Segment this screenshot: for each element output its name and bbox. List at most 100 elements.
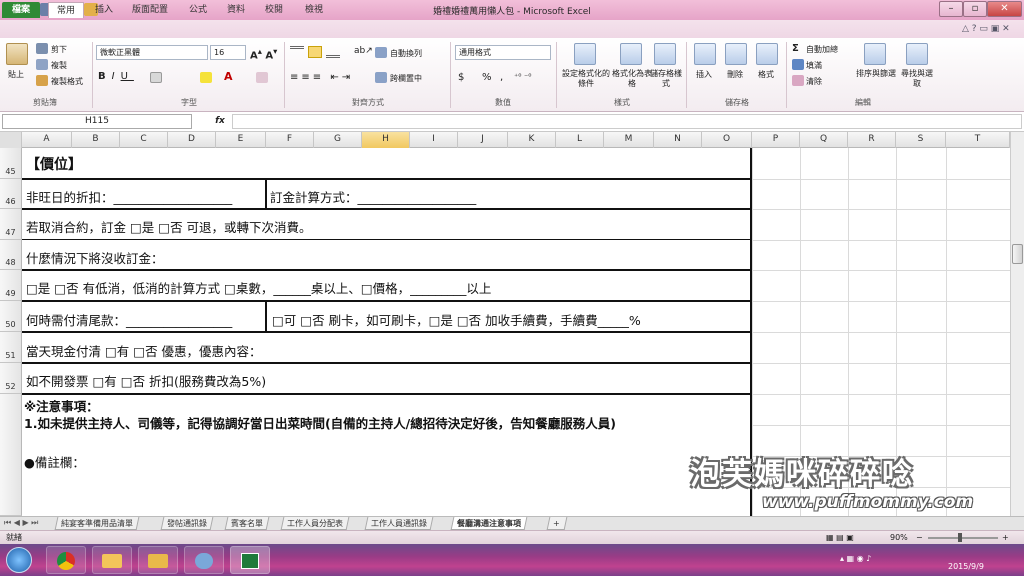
column-header[interactable]: K	[508, 132, 556, 148]
phonetic-icon[interactable]	[256, 72, 268, 83]
new-sheet-icon[interactable]: +	[546, 517, 568, 530]
orientation-icon[interactable]: ab↗	[354, 46, 373, 56]
zoom-slider[interactable]	[928, 537, 998, 539]
zoom-level[interactable]: 90%	[890, 531, 908, 544]
tab-formulas[interactable]: 公式	[184, 2, 212, 18]
merge-center-button[interactable]: 跨欄置中	[390, 73, 422, 84]
format-painter-button[interactable]: 複製格式	[51, 76, 83, 87]
row-header[interactable]: 45	[0, 148, 22, 179]
clear-button[interactable]: 清除	[806, 76, 822, 87]
ribbon-help-icons[interactable]: △ ? ▭ ▣ ✕	[962, 24, 1020, 36]
tab-home[interactable]: 常用	[48, 2, 84, 18]
column-header[interactable]: R	[848, 132, 896, 148]
format-as-table-button[interactable]: 格式化為表格	[612, 69, 652, 89]
select-all-corner[interactable]	[0, 132, 22, 148]
cell-styles-button[interactable]: 儲存格樣式	[650, 69, 682, 89]
fill-button[interactable]: 填滿	[806, 60, 822, 71]
row-header[interactable]: 50	[0, 301, 22, 332]
folder-taskbar-icon[interactable]	[138, 546, 178, 574]
formula-input[interactable]	[232, 114, 1022, 129]
format-cells-icon[interactable]	[756, 43, 778, 65]
column-header[interactable]: D	[168, 132, 216, 148]
font-size-dropdown[interactable]: 16	[210, 45, 246, 60]
sheet-tab-active[interactable]: 餐廳溝通注意事項	[450, 517, 528, 530]
row-header[interactable]: 48	[0, 240, 22, 270]
format-as-table-icon[interactable]	[620, 43, 642, 65]
column-header[interactable]: L	[556, 132, 604, 148]
maximize-button[interactable]: ▫	[963, 1, 987, 17]
sheet-tab[interactable]: 發帖通訊錄	[160, 517, 214, 530]
excel-taskbar-icon[interactable]	[230, 546, 270, 574]
tab-file[interactable]: 檔案	[2, 2, 40, 18]
chrome-taskbar-icon[interactable]	[46, 546, 86, 574]
delete-cells-button[interactable]: 刪除	[727, 69, 743, 80]
row-header[interactable]: 51	[0, 332, 22, 363]
tab-view[interactable]: 檢視	[300, 2, 328, 18]
column-header[interactable]: I	[410, 132, 458, 148]
column-header[interactable]: E	[216, 132, 266, 148]
insert-cells-icon[interactable]	[694, 43, 716, 65]
sort-filter-icon[interactable]	[864, 43, 886, 65]
delete-cells-icon[interactable]	[725, 43, 747, 65]
comma-button[interactable]: ,	[500, 72, 503, 83]
tray-icons[interactable]: ▴ ▦ ◉ ♪	[840, 554, 871, 563]
find-select-button[interactable]: 尋找與選取	[900, 69, 934, 89]
currency-button[interactable]: $	[458, 72, 464, 83]
border-icon[interactable]	[150, 72, 162, 83]
column-header[interactable]: T	[946, 132, 1010, 148]
percent-button[interactable]: %	[482, 72, 492, 83]
column-header[interactable]: Q	[800, 132, 848, 148]
cut-button[interactable]: 剪下	[51, 44, 67, 55]
font-grow-icon[interactable]: A▴ A▾	[250, 46, 277, 61]
column-header[interactable]: A	[22, 132, 72, 148]
sort-filter-button[interactable]: 排序與篩選	[855, 69, 897, 79]
close-button[interactable]: ✕	[987, 1, 1022, 17]
name-box[interactable]: H115	[2, 114, 192, 129]
row-header[interactable]: 49	[0, 270, 22, 301]
sheet-tab[interactable]: 工作人員通訊錄	[364, 517, 434, 530]
row-header[interactable]: 46	[0, 179, 22, 209]
tab-review[interactable]: 校閱	[260, 2, 288, 18]
format-cells-button[interactable]: 格式	[758, 69, 774, 80]
font-color-icon[interactable]: A	[224, 70, 233, 83]
font-name-dropdown[interactable]: 微軟正黑體	[96, 45, 208, 60]
column-header[interactable]: B	[72, 132, 120, 148]
fill-color-icon[interactable]	[200, 72, 212, 83]
column-header[interactable]: J	[458, 132, 508, 148]
column-header[interactable]: O	[702, 132, 752, 148]
horizontal-align-icons[interactable]: ≡≡≡ ⇤⇥	[290, 72, 353, 83]
conditional-format-button[interactable]: 設定格式化的條件	[562, 69, 610, 89]
row-header[interactable]: 47	[0, 209, 22, 240]
insert-cells-button[interactable]: 插入	[696, 69, 712, 80]
paint-taskbar-icon[interactable]	[184, 546, 224, 574]
sheet-tab[interactable]: 工作人員分配表	[280, 517, 350, 530]
sheet-tab[interactable]: 純宴客準備用品清單	[54, 517, 140, 530]
wrap-text-button[interactable]: 自動換列	[390, 48, 422, 59]
tab-insert[interactable]: 插入	[90, 2, 118, 18]
column-header[interactable]: C	[120, 132, 168, 148]
zoom-out-button[interactable]: −	[916, 531, 923, 544]
vertical-align-icons[interactable]	[290, 46, 350, 60]
autosum-button[interactable]: 自動加總	[806, 44, 838, 55]
column-header[interactable]: F	[266, 132, 314, 148]
column-header[interactable]: M	[604, 132, 654, 148]
column-header-selected[interactable]: H	[362, 132, 410, 148]
scroll-thumb[interactable]	[1012, 244, 1023, 264]
folder-taskbar-icon[interactable]	[92, 546, 132, 574]
row-header[interactable]: 52	[0, 363, 22, 394]
font-style-buttons[interactable]: BIU	[98, 71, 134, 82]
number-format-dropdown[interactable]: 通用格式	[455, 45, 551, 60]
column-header[interactable]: P	[752, 132, 800, 148]
decimal-buttons[interactable]: ⁺⁰ ⁻⁰	[514, 72, 531, 81]
minimize-button[interactable]: –	[939, 1, 963, 17]
tab-data[interactable]: 資料	[222, 2, 250, 18]
column-header[interactable]: G	[314, 132, 362, 148]
sheet-tab[interactable]: 賓客名單	[224, 517, 270, 530]
conditional-format-icon[interactable]	[574, 43, 596, 65]
tab-page-layout[interactable]: 版面配置	[126, 2, 174, 18]
insert-function-button[interactable]: fx	[212, 114, 228, 129]
cell-styles-icon[interactable]	[654, 43, 676, 65]
column-header[interactable]: S	[896, 132, 946, 148]
start-button[interactable]	[6, 547, 32, 573]
copy-button[interactable]: 複製	[51, 60, 67, 71]
